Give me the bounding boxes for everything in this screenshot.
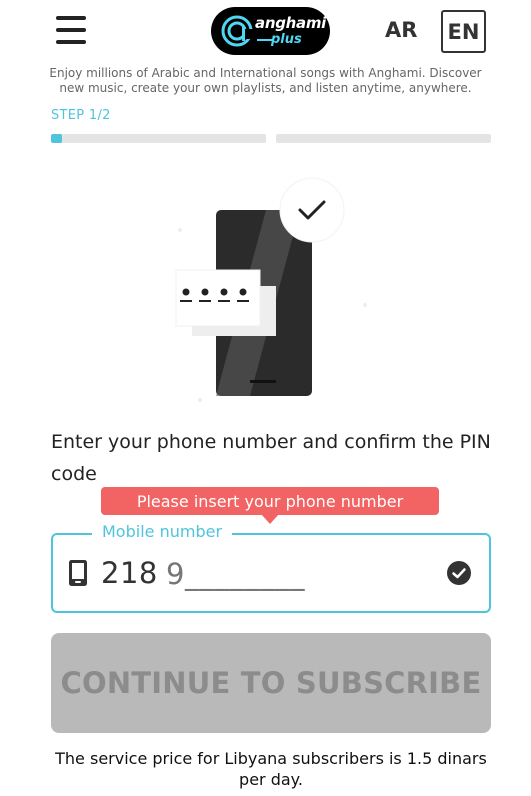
error-tooltip-pointer: [261, 514, 279, 524]
language-en-button[interactable]: EN: [441, 10, 486, 53]
top-header: anghami plus AR EN: [0, 0, 531, 64]
pricing-note: The service price for Libyana subscriber…: [55, 749, 487, 789]
step-1-progress-bar: [51, 134, 266, 143]
step-1-progress-fill: [51, 134, 62, 143]
phone-number-input[interactable]: [166, 556, 366, 592]
hamburger-menu-icon[interactable]: [56, 16, 86, 44]
intro-text: Enjoy millions of Arabic and Internation…: [49, 66, 482, 95]
check-circle-icon: [447, 561, 471, 585]
logo-plus-text: plus: [271, 32, 302, 47]
check-bubble-icon: [279, 177, 345, 243]
phone-pin-illustration: [175, 177, 367, 402]
language-ar-button[interactable]: AR: [385, 18, 417, 42]
anghami-logo-icon: [221, 15, 253, 47]
step-2-progress-bar: [276, 134, 491, 143]
mobile-number-label: Mobile number: [92, 522, 233, 541]
error-tooltip: Please insert your phone number: [101, 487, 439, 515]
form-instructions: Enter your phone number and confirm the …: [51, 431, 491, 485]
logo-wordmark: anghami: [255, 14, 327, 32]
country-prefix: 218: [101, 556, 158, 590]
step-label: STEP 1/2: [51, 108, 111, 123]
anghami-plus-logo[interactable]: anghami plus: [211, 7, 330, 55]
mobile-phone-icon: [69, 560, 87, 586]
continue-to-subscribe-button[interactable]: CONTINUE TO SUBSCRIBE: [51, 633, 491, 733]
